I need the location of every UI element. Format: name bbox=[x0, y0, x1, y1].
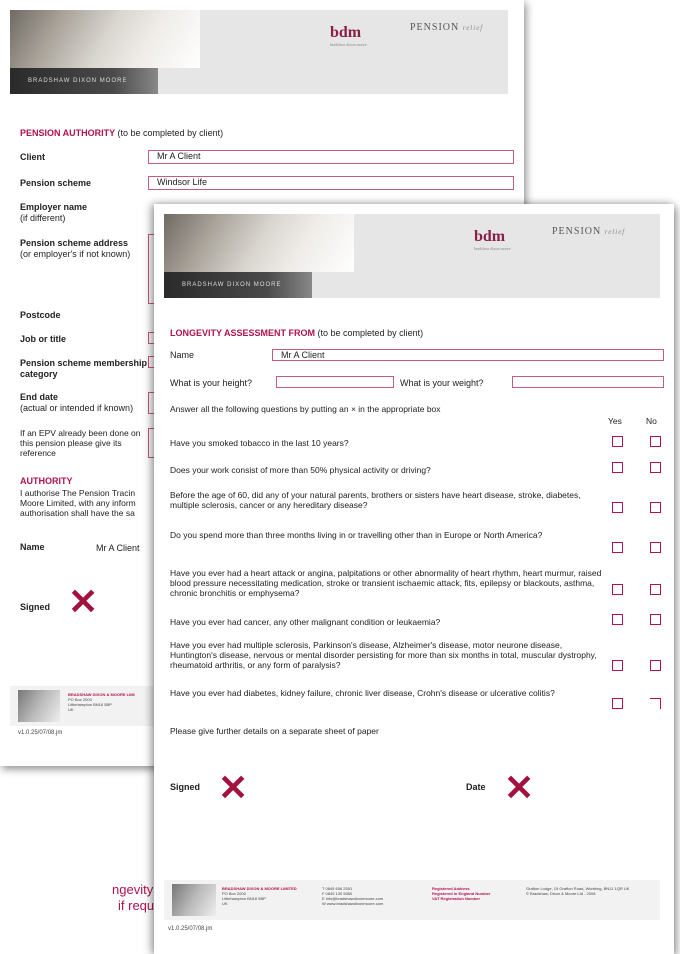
client-label: Client bbox=[20, 152, 46, 162]
q6-yes-checkbox[interactable] bbox=[612, 614, 623, 625]
auth-version: v1.0.25/07/08.jm bbox=[18, 730, 63, 736]
question-8: Have you ever had diabetes, kidney failu… bbox=[170, 688, 555, 698]
q8-yes-checkbox[interactable] bbox=[612, 698, 623, 709]
question-7: Have you ever had multiple sclerosis, Pa… bbox=[170, 640, 597, 670]
date-here-mark: ✕ bbox=[504, 767, 535, 808]
name-field[interactable]: Mr A Client bbox=[272, 349, 664, 361]
auth-name-label: Name bbox=[20, 542, 45, 552]
sign-here-mark: ✕ bbox=[218, 767, 249, 808]
employer-label: Employer name (if different) bbox=[20, 202, 88, 223]
signed-label: Signed bbox=[170, 782, 201, 792]
header-photo bbox=[10, 10, 200, 68]
pension-relief-label: PENSION relief bbox=[410, 22, 484, 33]
sign-here-mark: ✕ bbox=[68, 581, 99, 622]
footer-address: BRADSHAW DIXON & MOORE LIMITED PO Box 200… bbox=[222, 886, 297, 906]
yes-header: Yes bbox=[608, 416, 622, 426]
q3-no-checkbox[interactable] bbox=[650, 502, 661, 513]
footer-contacts: T 0845 606 2551 F 0845 130 5050 E info@bra… bbox=[322, 886, 384, 906]
auth-name-value: Mr A Client bbox=[96, 543, 140, 553]
client-field[interactable]: Mr A Client bbox=[148, 150, 514, 164]
epv-text: If an EPV already been done on this pens… bbox=[20, 428, 141, 458]
address-label: Pension scheme address (or employer's if … bbox=[20, 238, 131, 259]
section-title: PENSION AUTHORITY (to be completed by cl… bbox=[20, 128, 224, 138]
job-label: Job or title bbox=[20, 334, 67, 344]
scheme-field[interactable]: Windsor Life bbox=[148, 176, 514, 190]
question-4: Do you spend more than three months livi… bbox=[170, 530, 543, 540]
auth-footer-address: BRADSHAW DIXON & MOORE LIMI PO Box 2000 Li… bbox=[68, 692, 135, 712]
auth-signed-label: Signed bbox=[20, 602, 51, 612]
q5-no-checkbox[interactable] bbox=[650, 584, 661, 595]
date-label: Date bbox=[466, 782, 486, 792]
footer-photo bbox=[18, 690, 60, 722]
pension-relief-label: PENSION relief bbox=[552, 226, 626, 237]
name-label: Name bbox=[170, 350, 195, 360]
q5-yes-checkbox[interactable] bbox=[612, 584, 623, 595]
q1-no-checkbox[interactable] bbox=[650, 436, 661, 447]
footer-legal: Grafton Lodge, 15 Grafton Road, Worthing… bbox=[526, 886, 630, 896]
longevity-title: LONGEVITY ASSESSMENT FROM (to be complet… bbox=[170, 328, 424, 338]
bdm-logo: bdm bradshaw dixon moore bbox=[330, 24, 367, 47]
postcode-label: Postcode bbox=[20, 310, 61, 320]
q3-yes-checkbox[interactable] bbox=[612, 502, 623, 513]
authority-text-3: authorisation shall have the sa bbox=[20, 508, 135, 518]
instruction-text: Answer all the following questions by pu… bbox=[170, 404, 441, 414]
weight-label: What is your weight? bbox=[400, 378, 484, 388]
q4-yes-checkbox[interactable] bbox=[612, 542, 623, 553]
authority-text-1: I authorise The Pension Tracin bbox=[20, 488, 136, 498]
q2-yes-checkbox[interactable] bbox=[612, 462, 623, 473]
question-1: Have you smoked tobacco in the last 10 y… bbox=[170, 438, 349, 448]
q2-no-checkbox[interactable] bbox=[650, 462, 661, 473]
membership-label: Pension scheme membership category bbox=[20, 358, 148, 379]
height-field[interactable] bbox=[276, 376, 394, 388]
q7-no-checkbox[interactable] bbox=[650, 660, 661, 671]
weight-field[interactable] bbox=[512, 376, 664, 388]
longevity-page: BRADSHAW DIXON MOORE bdm bradshaw dixon m… bbox=[154, 204, 674, 954]
question-2: Does your work consist of more than 50% … bbox=[170, 465, 431, 475]
authority-title: AUTHORITY bbox=[20, 476, 73, 486]
scheme-label: Pension scheme bbox=[20, 178, 92, 188]
q6-no-checkbox[interactable] bbox=[650, 614, 661, 625]
q7-yes-checkbox[interactable] bbox=[612, 660, 623, 671]
further-details-text: Please give further details on a separat… bbox=[170, 726, 379, 736]
authority-text-2: Moore Limited, with any inform bbox=[20, 498, 136, 508]
no-header: No bbox=[646, 416, 657, 426]
header-photo bbox=[164, 214, 354, 272]
q1-yes-checkbox[interactable] bbox=[612, 436, 623, 447]
height-label: What is your height? bbox=[170, 378, 253, 388]
end-date-label: End date (actual or intended if known) bbox=[20, 392, 134, 413]
question-6: Have you ever had cancer, any other mali… bbox=[170, 617, 441, 627]
question-5: Have you ever had a heart attack or angi… bbox=[170, 568, 602, 598]
longevity-version: v1.0.25/07/08.jm bbox=[168, 926, 213, 932]
question-3: Before the age of 60, did any of your na… bbox=[170, 490, 581, 510]
footer-registration: Registered Address Registered in England … bbox=[432, 886, 491, 901]
footer-photo bbox=[172, 884, 216, 916]
q8-no-checkbox[interactable] bbox=[650, 698, 661, 709]
header-company: BRADSHAW DIXON MOORE bbox=[164, 272, 312, 298]
bdm-logo: bdm bradshaw dixon moore bbox=[474, 228, 511, 251]
q4-no-checkbox[interactable] bbox=[650, 542, 661, 553]
header-company: BRADSHAW DIXON MOORE bbox=[10, 68, 158, 94]
